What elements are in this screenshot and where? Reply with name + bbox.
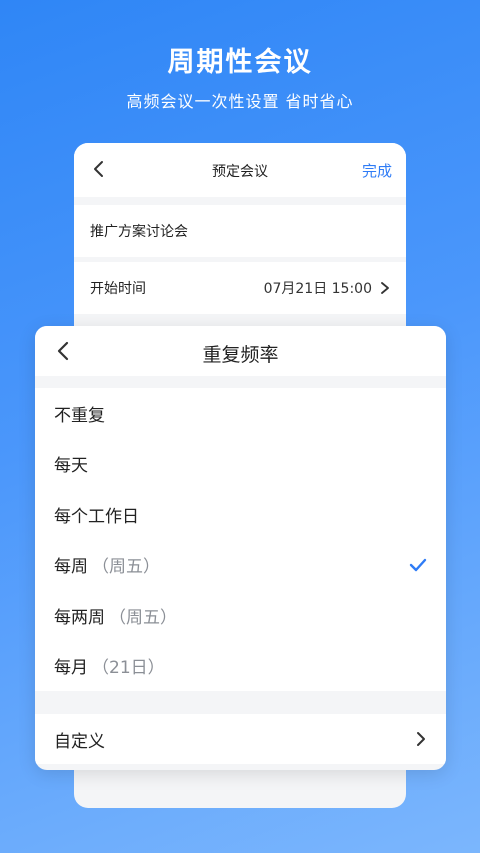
sheet-title: 重复频率 xyxy=(202,344,279,366)
background-header: 预定会议 完成 xyxy=(74,143,406,197)
option-biweekly[interactable]: 每两周 （周五） xyxy=(35,590,446,641)
hero-title: 周期性会议 xyxy=(167,47,313,78)
option-daily[interactable]: 每天 xyxy=(35,439,446,490)
option-custom[interactable]: 自定义 xyxy=(35,714,446,764)
option-weekly[interactable]: 每周 （周五） xyxy=(35,540,446,591)
option-hint: （21日） xyxy=(92,658,165,679)
done-button[interactable]: 完成 xyxy=(362,160,392,181)
option-label: 每周 xyxy=(54,557,88,578)
start-time-value: 07月21日 15:00 xyxy=(263,281,372,297)
option-hint: （周五） xyxy=(109,607,177,628)
custom-label: 自定义 xyxy=(54,731,105,752)
option-label: 每月 xyxy=(54,658,88,679)
option-no-repeat[interactable]: 不重复 xyxy=(35,388,446,439)
start-time-label: 开始时间 xyxy=(90,281,146,297)
chevron-right-icon xyxy=(417,732,425,746)
meeting-name-field[interactable]: 推广方案讨论会 xyxy=(74,205,406,257)
sheet-header: 重复频率 xyxy=(35,326,446,376)
start-time-row[interactable]: 开始时间 07月21日 15:00 xyxy=(74,262,406,314)
meeting-name-text: 推广方案讨论会 xyxy=(90,224,188,240)
option-label: 每个工作日 xyxy=(54,506,139,527)
option-monthly[interactable]: 每月 （21日） xyxy=(35,641,446,692)
option-label: 每两周 xyxy=(54,607,105,628)
chevron-right-icon xyxy=(381,282,389,294)
repeat-frequency-sheet: 重复频率 不重复 每天 每个工作日 每周 （周五） 每两周 （周五） 每月 （2… xyxy=(35,326,446,770)
hero-subtitle: 高频会议一次性设置 省时省心 xyxy=(126,92,354,111)
background-title: 预定会议 xyxy=(212,164,268,180)
option-hint: （周五） xyxy=(92,557,160,578)
repeat-options-list: 不重复 每天 每个工作日 每周 （周五） 每两周 （周五） 每月 （21日） xyxy=(35,388,446,691)
checkmark-icon xyxy=(409,558,427,571)
option-label: 每天 xyxy=(54,456,88,477)
option-label: 不重复 xyxy=(54,405,105,426)
option-workday[interactable]: 每个工作日 xyxy=(35,489,446,540)
